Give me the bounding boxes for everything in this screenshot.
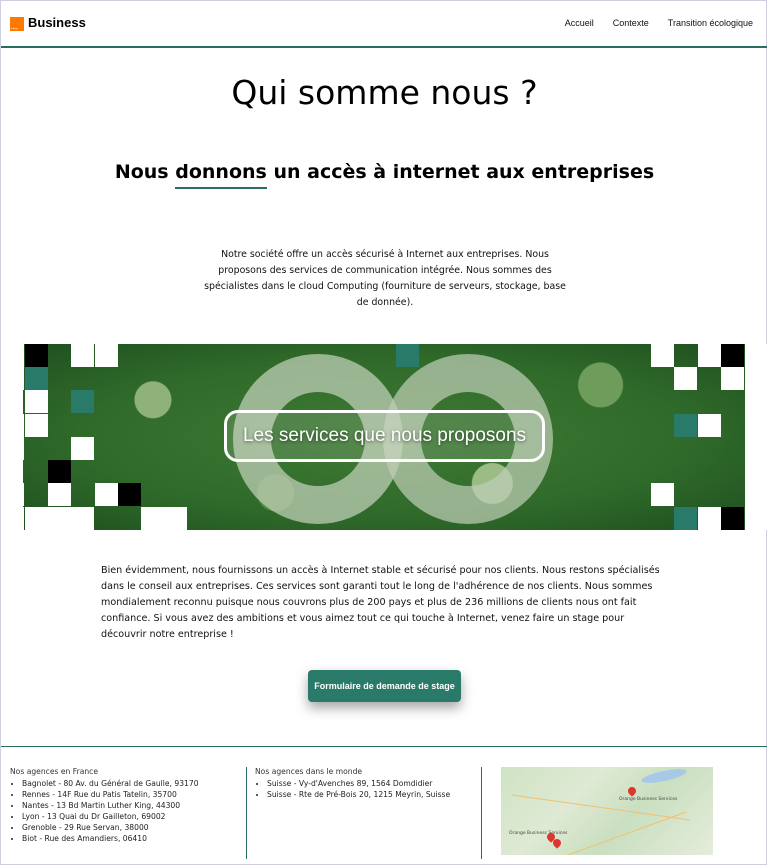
- nav-accueil[interactable]: Accueil: [565, 18, 594, 28]
- mosaic-tile: [48, 483, 71, 506]
- logo-text: orange: [11, 28, 19, 30]
- page-title: Qui somme nous ?: [231, 73, 538, 112]
- agencies-map[interactable]: Orange Business Services Orange Business…: [501, 767, 713, 855]
- mosaic-tile: [1, 507, 24, 530]
- page-subtitle: Nous donnons un accès à internet aux ent…: [1, 161, 767, 189]
- mosaic-tile: [651, 483, 674, 506]
- mosaic-tile: [721, 344, 744, 367]
- main-nav: Accueil Contexte Transition écologique: [546, 18, 753, 28]
- mosaic-tile: [651, 344, 674, 367]
- mosaic-tile: [48, 507, 71, 530]
- mosaic-tile: [95, 344, 118, 367]
- mosaic-tile: [1, 437, 24, 460]
- services-button[interactable]: Les services que nous proposons: [224, 410, 545, 462]
- nav-transition-ecologique[interactable]: Transition écologique: [668, 18, 753, 28]
- site-footer: Nos agences en France Bagnolet - 80 Av. …: [1, 746, 767, 865]
- list-item: Biot - Rue des Amandiers, 06410: [22, 833, 240, 844]
- mosaic-tile: [71, 437, 94, 460]
- intro-paragraph: Notre société offre un accès sécurisé à …: [204, 249, 566, 308]
- services-banner: Les services que nous proposons: [1, 344, 767, 530]
- world-agencies-title: Nos agences dans le monde: [255, 767, 363, 776]
- list-item: Bagnolet - 80 Av. du Général de Gaulle, …: [22, 778, 240, 789]
- mosaic-tile: [25, 390, 48, 413]
- map-label: Orange Business Services: [619, 797, 678, 802]
- mosaic-tile: [745, 344, 767, 367]
- list-item: Lyon - 13 Quai du Dr Gailleton, 69002: [22, 811, 240, 822]
- france-agencies: Nos agences en France Bagnolet - 80 Av. …: [10, 767, 240, 844]
- list-item: Suisse - Rte de Pré-Bois 20, 1215 Meyrin…: [267, 789, 475, 800]
- mosaic-tile: [674, 414, 697, 437]
- mosaic-tile: [745, 460, 767, 483]
- mosaic-tile: [25, 507, 48, 530]
- mosaic-tile: [674, 367, 697, 390]
- mosaic-tile: [698, 344, 721, 367]
- subtitle-after: un accès à internet aux entreprises: [266, 161, 655, 183]
- footer-divider: [246, 767, 247, 859]
- site-header: orange Business Accueil Contexte Transit…: [1, 1, 767, 48]
- mosaic-tile: [25, 414, 48, 437]
- mosaic-tile: [745, 367, 767, 390]
- map-lake: [640, 767, 688, 786]
- mosaic-tile: [48, 460, 71, 483]
- nav-contexte[interactable]: Contexte: [613, 18, 649, 28]
- brand-name[interactable]: Business: [28, 15, 86, 30]
- mosaic-tile: [1, 414, 24, 437]
- mosaic-tile: [698, 507, 721, 530]
- map-pin-icon[interactable]: [626, 785, 638, 797]
- mosaic-tile: [698, 414, 721, 437]
- mosaic-tile: [745, 437, 767, 460]
- mosaic-tile: [118, 483, 141, 506]
- mosaic-tile: [1, 344, 24, 367]
- list-item: Suisse - Vy-d'Avenches 89, 1564 Domdidie…: [267, 778, 475, 789]
- subtitle-before: Nous: [114, 161, 176, 183]
- mosaic-tile: [95, 483, 118, 506]
- mosaic-tile: [674, 507, 697, 530]
- mosaic-tile: [745, 507, 767, 530]
- map-label: Orange Business Services: [509, 831, 568, 836]
- mosaic-tile: [1, 483, 24, 506]
- world-agencies: Nos agences dans le monde Suisse - Vy-d'…: [255, 767, 475, 800]
- footer-divider: [481, 767, 482, 859]
- list-item: Rennes - 14F Rue du Patis Tatelin, 35700: [22, 789, 240, 800]
- mosaic-tile: [1, 367, 24, 390]
- mosaic-tile: [745, 414, 767, 437]
- subtitle-underlined-word: donnons: [175, 161, 267, 189]
- about-paragraph: Bien évidemment, nous fournissons un acc…: [101, 565, 660, 640]
- list-item: Nantes - 13 Bd Martin Luther King, 44300: [22, 800, 240, 811]
- mosaic-tile: [25, 367, 48, 390]
- mosaic-tile: [396, 344, 419, 367]
- mosaic-tile: [745, 390, 767, 413]
- mosaic-tile: [71, 390, 94, 413]
- mosaic-tile: [721, 507, 744, 530]
- mosaic-tile: [71, 344, 94, 367]
- mosaic-tile: [141, 507, 164, 530]
- mosaic-tile: [721, 367, 744, 390]
- mosaic-tile: [71, 507, 94, 530]
- orange-logo-icon[interactable]: orange: [10, 17, 24, 31]
- mosaic-tile: [164, 507, 187, 530]
- internship-form-button[interactable]: Formulaire de demande de stage: [308, 670, 461, 702]
- list-item: Grenoble - 29 Rue Servan, 38000: [22, 822, 240, 833]
- france-agencies-title: Nos agences en France: [10, 767, 99, 776]
- mosaic-tile: [25, 344, 48, 367]
